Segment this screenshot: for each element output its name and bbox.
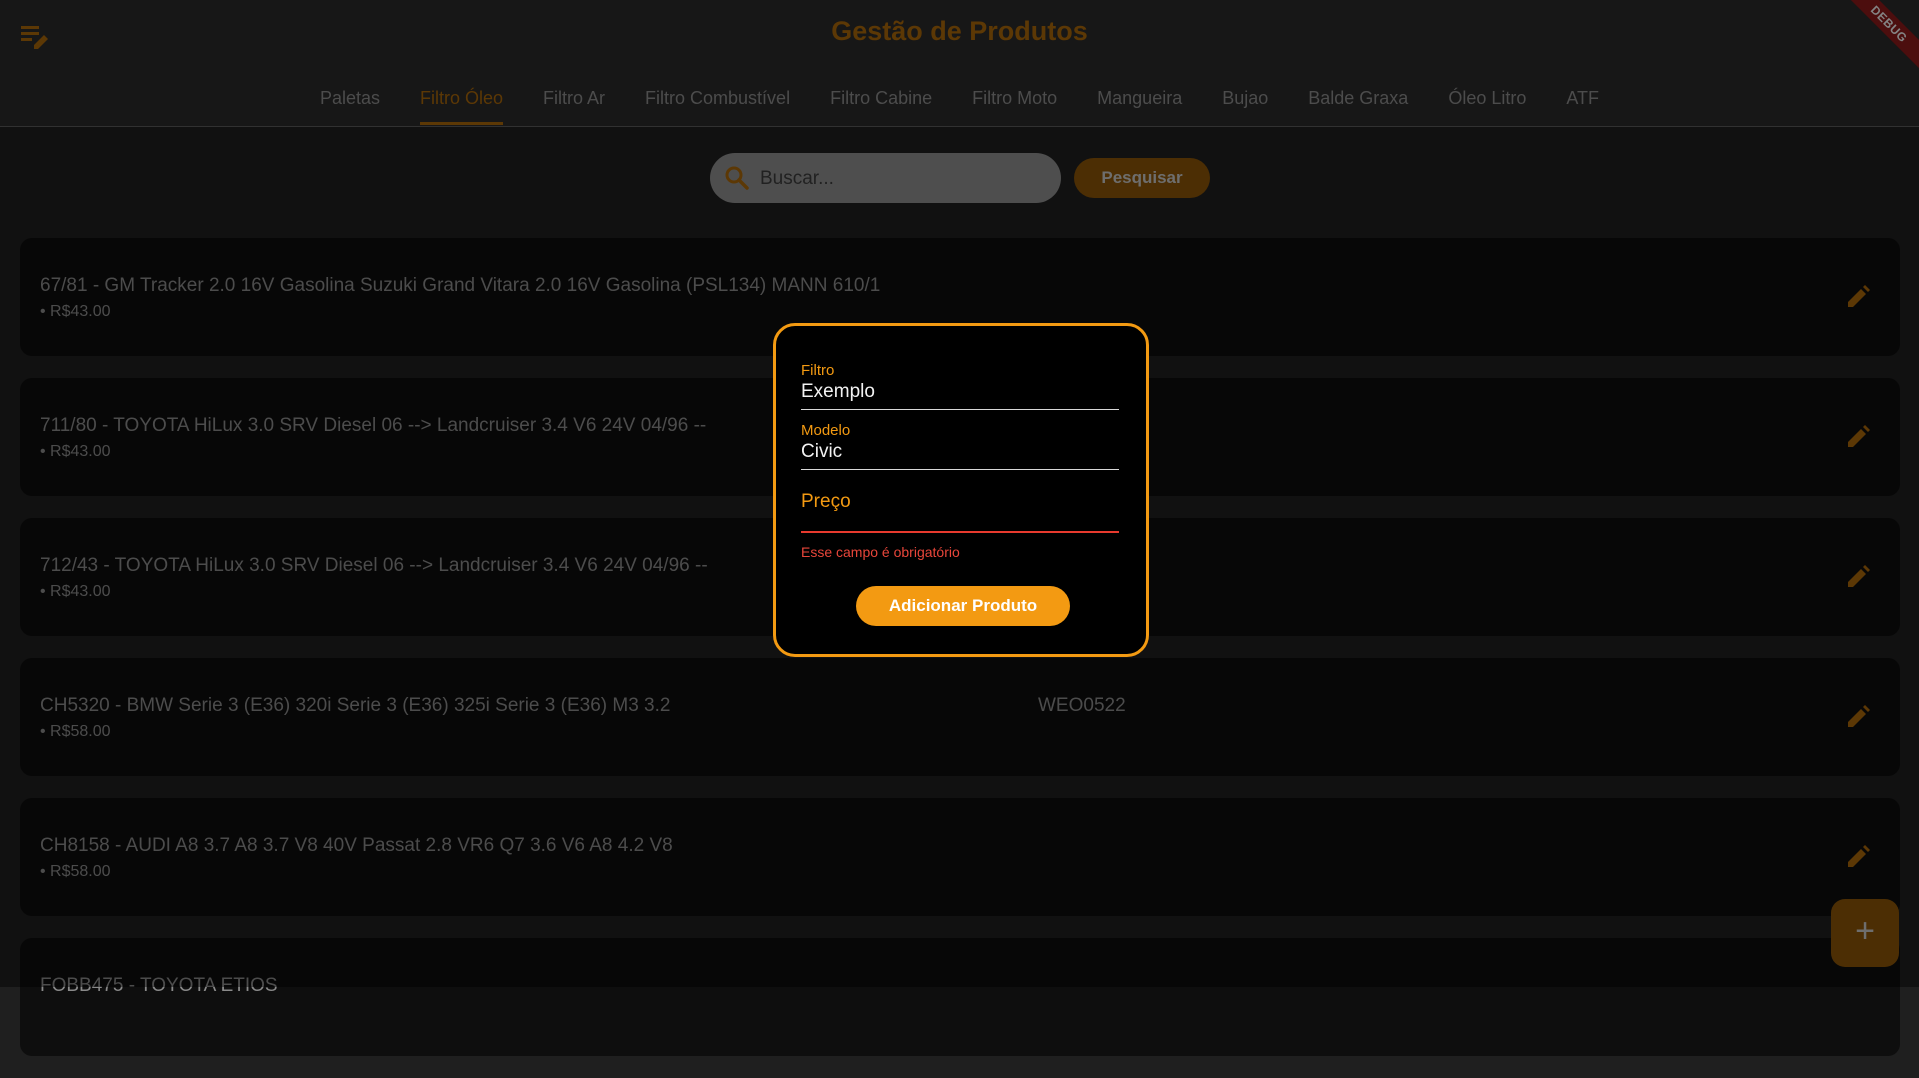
- filtro-label: Filtro: [801, 362, 835, 379]
- add-product-button[interactable]: Adicionar Produto: [856, 586, 1070, 626]
- preco-underline: [801, 531, 1119, 533]
- modelo-label: Modelo: [801, 422, 851, 439]
- filtro-field[interactable]: Filtro Exemplo: [801, 362, 1119, 410]
- filtro-input[interactable]: Exemplo: [801, 381, 1119, 410]
- modelo-input[interactable]: Civic: [801, 441, 1119, 470]
- app: Gestão de Produtos Paletas Filtro Óleo F…: [0, 0, 1919, 1056]
- modelo-field[interactable]: Modelo Civic: [801, 422, 1119, 470]
- preco-error-text: Esse campo é obrigatório: [801, 544, 960, 560]
- add-product-dialog: Filtro Exemplo Modelo Civic Preço Esse c…: [773, 323, 1149, 657]
- preco-input[interactable]: Preço: [801, 491, 851, 513]
